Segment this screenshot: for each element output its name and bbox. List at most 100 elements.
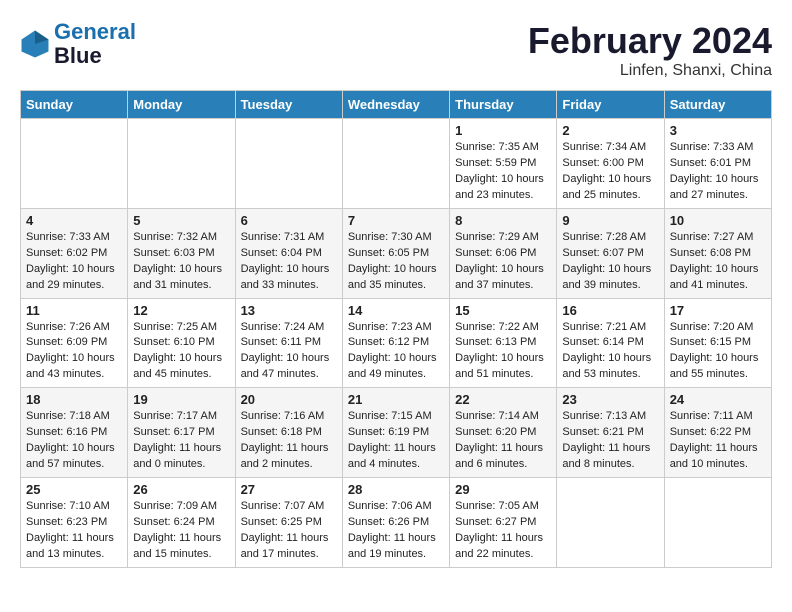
week-row-3: 11 Sunrise: 7:26 AMSunset: 6:09 PMDayligh…: [21, 298, 772, 388]
day-number: 14: [348, 303, 444, 318]
day-info: Sunrise: 7:05 AMSunset: 6:27 PMDaylight:…: [455, 499, 551, 563]
day-info: Sunrise: 7:16 AMSunset: 6:18 PMDaylight:…: [241, 409, 337, 473]
day-info: Sunrise: 7:15 AMSunset: 6:19 PMDaylight:…: [348, 409, 444, 473]
day-info: Sunrise: 7:25 AMSunset: 6:10 PMDaylight:…: [133, 320, 229, 384]
day-number: 8: [455, 213, 551, 228]
weekday-tuesday: Tuesday: [235, 91, 342, 119]
day-number: 7: [348, 213, 444, 228]
day-cell: 4 Sunrise: 7:33 AMSunset: 6:02 PMDaylight…: [21, 208, 128, 298]
day-cell: 19Sunrise: 7:17 AMSunset: 6:17 PMDayligh…: [128, 388, 235, 478]
day-number: 22: [455, 392, 551, 407]
day-cell: 28 Sunrise: 7:06 AMSunset: 6:26 PMDayligh…: [342, 478, 449, 568]
day-cell: 13 Sunrise: 7:24 AMSunset: 6:11 PMDayligh…: [235, 298, 342, 388]
day-number: 21: [348, 392, 444, 407]
day-cell: 1Sunrise: 7:35 AMSunset: 5:59 PMDaylight…: [450, 119, 557, 209]
day-cell: 3 Sunrise: 7:33 AMSunset: 6:01 PMDaylight…: [664, 119, 771, 209]
day-cell: 16 Sunrise: 7:21 AMSunset: 6:14 PMDayligh…: [557, 298, 664, 388]
day-info: Sunrise: 7:27 AMSunset: 6:08 PMDaylight:…: [670, 230, 766, 294]
day-number: 25: [26, 482, 122, 497]
day-cell: [342, 119, 449, 209]
day-cell: 24Sunrise: 7:11 AMSunset: 6:22 PMDayligh…: [664, 388, 771, 478]
day-info: Sunrise: 7:33 AMSunset: 6:01 PMDaylight:…: [670, 140, 766, 204]
day-cell: 26Sunrise: 7:09 AMSunset: 6:24 PMDayligh…: [128, 478, 235, 568]
day-number: 20: [241, 392, 337, 407]
day-info: Sunrise: 7:18 AMSunset: 6:16 PMDaylight:…: [26, 409, 122, 473]
day-cell: 6Sunrise: 7:31 AMSunset: 6:04 PMDaylight…: [235, 208, 342, 298]
day-cell: 10 Sunrise: 7:27 AMSunset: 6:08 PMDayligh…: [664, 208, 771, 298]
day-number: 23: [562, 392, 658, 407]
calendar-table: SundayMondayTuesdayWednesdayThursdayFrid…: [20, 90, 772, 568]
day-info: Sunrise: 7:23 AMSunset: 6:12 PMDaylight:…: [348, 320, 444, 384]
day-info: Sunrise: 7:11 AMSunset: 6:22 PMDaylight:…: [670, 409, 766, 473]
day-info: Sunrise: 7:33 AMSunset: 6:02 PMDaylight:…: [26, 230, 122, 294]
weekday-saturday: Saturday: [664, 91, 771, 119]
day-cell: 27 Sunrise: 7:07 AMSunset: 6:25 PMDayligh…: [235, 478, 342, 568]
day-cell: 5 Sunrise: 7:32 AMSunset: 6:03 PMDaylight…: [128, 208, 235, 298]
day-info: Sunrise: 7:26 AMSunset: 6:09 PMDaylight:…: [26, 320, 122, 384]
day-info: Sunrise: 7:21 AMSunset: 6:14 PMDaylight:…: [562, 320, 658, 384]
day-cell: 2 Sunrise: 7:34 AMSunset: 6:00 PMDaylight…: [557, 119, 664, 209]
day-number: 10: [670, 213, 766, 228]
day-cell: 7 Sunrise: 7:30 AMSunset: 6:05 PMDaylight…: [342, 208, 449, 298]
day-info: Sunrise: 7:13 AMSunset: 6:21 PMDaylight:…: [562, 409, 658, 473]
day-cell: 18 Sunrise: 7:18 AMSunset: 6:16 PMDayligh…: [21, 388, 128, 478]
week-row-1: 1Sunrise: 7:35 AMSunset: 5:59 PMDaylight…: [21, 119, 772, 209]
day-number: 11: [26, 303, 122, 318]
weekday-thursday: Thursday: [450, 91, 557, 119]
day-info: Sunrise: 7:09 AMSunset: 6:24 PMDaylight:…: [133, 499, 229, 563]
day-number: 3: [670, 123, 766, 138]
day-info: Sunrise: 7:14 AMSunset: 6:20 PMDaylight:…: [455, 409, 551, 473]
day-info: Sunrise: 7:28 AMSunset: 6:07 PMDaylight:…: [562, 230, 658, 294]
day-number: 17: [670, 303, 766, 318]
day-cell: 25 Sunrise: 7:10 AMSunset: 6:23 PMDayligh…: [21, 478, 128, 568]
logo: General Blue: [20, 20, 136, 68]
weekday-header-row: SundayMondayTuesdayWednesdayThursdayFrid…: [21, 91, 772, 119]
calendar-subtitle: Linfen, Shanxi, China: [528, 62, 772, 80]
page-header: General Blue February 2024 Linfen, Shanx…: [20, 20, 772, 80]
day-info: Sunrise: 7:10 AMSunset: 6:23 PMDaylight:…: [26, 499, 122, 563]
day-info: Sunrise: 7:20 AMSunset: 6:15 PMDaylight:…: [670, 320, 766, 384]
day-number: 16: [562, 303, 658, 318]
logo-text: General Blue: [54, 20, 136, 68]
day-number: 5: [133, 213, 229, 228]
day-cell: [21, 119, 128, 209]
day-cell: 20 Sunrise: 7:16 AMSunset: 6:18 PMDayligh…: [235, 388, 342, 478]
day-info: Sunrise: 7:07 AMSunset: 6:25 PMDaylight:…: [241, 499, 337, 563]
day-number: 2: [562, 123, 658, 138]
day-number: 9: [562, 213, 658, 228]
logo-line1: General: [54, 19, 136, 44]
calendar-title: February 2024: [528, 20, 772, 62]
day-info: Sunrise: 7:29 AMSunset: 6:06 PMDaylight:…: [455, 230, 551, 294]
day-cell: 14 Sunrise: 7:23 AMSunset: 6:12 PMDayligh…: [342, 298, 449, 388]
day-number: 27: [241, 482, 337, 497]
day-cell: [235, 119, 342, 209]
day-cell: [557, 478, 664, 568]
day-info: Sunrise: 7:30 AMSunset: 6:05 PMDaylight:…: [348, 230, 444, 294]
day-cell: 29 Sunrise: 7:05 AMSunset: 6:27 PMDayligh…: [450, 478, 557, 568]
day-cell: 8 Sunrise: 7:29 AMSunset: 6:06 PMDaylight…: [450, 208, 557, 298]
day-number: 18: [26, 392, 122, 407]
day-number: 4: [26, 213, 122, 228]
day-info: Sunrise: 7:34 AMSunset: 6:00 PMDaylight:…: [562, 140, 658, 204]
logo-icon: [20, 29, 50, 59]
day-cell: 21 Sunrise: 7:15 AMSunset: 6:19 PMDayligh…: [342, 388, 449, 478]
day-cell: 17 Sunrise: 7:20 AMSunset: 6:15 PMDayligh…: [664, 298, 771, 388]
day-number: 13: [241, 303, 337, 318]
day-cell: [664, 478, 771, 568]
weekday-wednesday: Wednesday: [342, 91, 449, 119]
day-number: 15: [455, 303, 551, 318]
day-info: Sunrise: 7:06 AMSunset: 6:26 PMDaylight:…: [348, 499, 444, 563]
weekday-monday: Monday: [128, 91, 235, 119]
day-info: Sunrise: 7:31 AMSunset: 6:04 PMDaylight:…: [241, 230, 337, 294]
day-number: 29: [455, 482, 551, 497]
week-row-4: 18 Sunrise: 7:18 AMSunset: 6:16 PMDayligh…: [21, 388, 772, 478]
week-row-2: 4 Sunrise: 7:33 AMSunset: 6:02 PMDaylight…: [21, 208, 772, 298]
day-number: 28: [348, 482, 444, 497]
day-number: 1: [455, 123, 551, 138]
day-cell: 12Sunrise: 7:25 AMSunset: 6:10 PMDayligh…: [128, 298, 235, 388]
day-cell: 9 Sunrise: 7:28 AMSunset: 6:07 PMDaylight…: [557, 208, 664, 298]
day-info: Sunrise: 7:17 AMSunset: 6:17 PMDaylight:…: [133, 409, 229, 473]
logo-line2: Blue: [54, 44, 136, 68]
day-info: Sunrise: 7:24 AMSunset: 6:11 PMDaylight:…: [241, 320, 337, 384]
day-info: Sunrise: 7:32 AMSunset: 6:03 PMDaylight:…: [133, 230, 229, 294]
